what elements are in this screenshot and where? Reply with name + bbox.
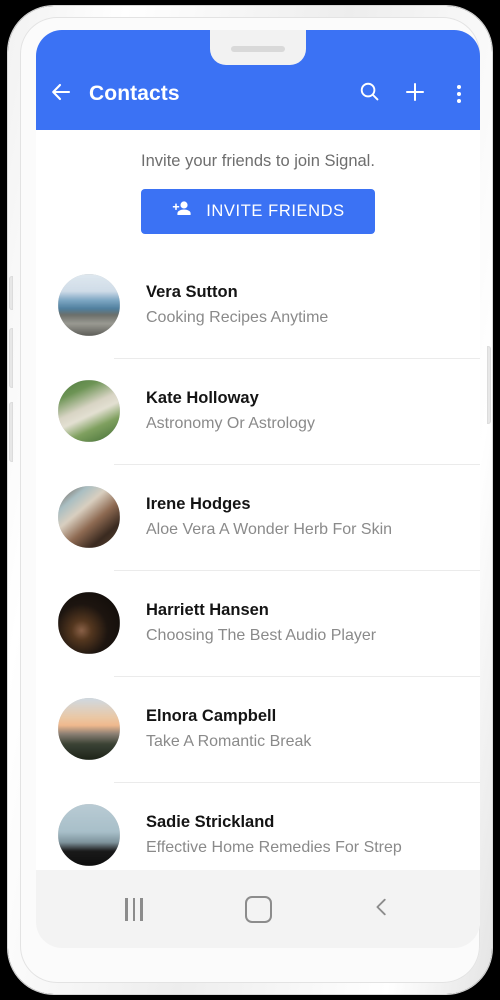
search-icon bbox=[358, 80, 381, 108]
avatar bbox=[58, 804, 120, 866]
contact-row[interactable]: Elnora Campbell Take A Romantic Break bbox=[36, 676, 480, 782]
contact-name: Vera Sutton bbox=[146, 283, 238, 301]
invite-message: Invite your friends to join Signal. bbox=[141, 152, 375, 170]
home-button[interactable] bbox=[226, 885, 290, 933]
contact-subtitle: Aloe Vera A Wonder Herb For Skin bbox=[146, 521, 393, 538]
page-title: Contacts bbox=[89, 82, 180, 105]
invite-friends-button[interactable]: INVITE FRIENDS bbox=[141, 189, 375, 234]
app-bar: Contacts bbox=[36, 30, 480, 130]
invite-friends-label: INVITE FRIENDS bbox=[206, 202, 345, 220]
overflow-menu-button[interactable] bbox=[438, 85, 480, 103]
contact-list: Vera Sutton Cooking Recipes Anytime Kate… bbox=[36, 252, 480, 888]
avatar-image-dark-portrait bbox=[58, 592, 120, 654]
avatar-image-indoor bbox=[58, 486, 120, 548]
notch bbox=[210, 30, 306, 65]
volume-up-button[interactable] bbox=[9, 276, 13, 310]
contact-subtitle: Effective Home Remedies For Strep bbox=[146, 839, 402, 856]
avatar bbox=[58, 698, 120, 760]
contact-name: Irene Hodges bbox=[146, 495, 251, 513]
contact-row[interactable]: Kate Holloway Astronomy Or Astrology bbox=[36, 358, 480, 464]
search-button[interactable] bbox=[346, 80, 392, 108]
contact-name: Sadie Strickland bbox=[146, 813, 275, 831]
nav-back-button[interactable] bbox=[350, 885, 414, 933]
avatar-image-silhouettes bbox=[58, 804, 120, 866]
contact-name: Kate Holloway bbox=[146, 389, 259, 407]
avatar-image-seascape bbox=[58, 274, 120, 336]
contact-subtitle: Choosing The Best Audio Player bbox=[146, 627, 377, 644]
home-icon bbox=[244, 895, 272, 923]
avatar bbox=[58, 274, 120, 336]
avatar bbox=[58, 592, 120, 654]
arrow-left-icon bbox=[49, 80, 73, 109]
volume-down-button[interactable] bbox=[9, 328, 13, 388]
add-contact-icon bbox=[403, 80, 427, 109]
recents-button[interactable] bbox=[102, 885, 166, 933]
contact-subtitle: Take A Romantic Break bbox=[146, 733, 312, 750]
person-add-icon bbox=[171, 198, 193, 225]
back-button[interactable] bbox=[36, 80, 86, 109]
add-contact-button[interactable] bbox=[392, 80, 438, 109]
contact-row[interactable]: Vera Sutton Cooking Recipes Anytime bbox=[36, 252, 480, 358]
contact-name: Harriett Hansen bbox=[146, 601, 269, 619]
bixby-button[interactable] bbox=[9, 402, 13, 462]
phone-frame: Contacts Invite your friends to join Sig… bbox=[8, 6, 492, 994]
contact-row[interactable]: Irene Hodges Aloe Vera A Wonder Herb For… bbox=[36, 464, 480, 570]
avatar-image-sunset bbox=[58, 698, 120, 760]
recents-icon bbox=[125, 897, 143, 921]
overflow-menu-icon bbox=[457, 85, 461, 103]
earpiece-speaker bbox=[231, 46, 285, 52]
contact-row[interactable]: Harriett Hansen Choosing The Best Audio … bbox=[36, 570, 480, 676]
contact-subtitle: Cooking Recipes Anytime bbox=[146, 309, 329, 326]
back-chevron-icon bbox=[371, 896, 393, 923]
avatar bbox=[58, 380, 120, 442]
phone-screen: Contacts Invite your friends to join Sig… bbox=[36, 30, 480, 948]
scrollbar[interactable] bbox=[477, 170, 479, 470]
invite-section: Invite your friends to join Signal. INVI… bbox=[36, 130, 480, 252]
power-button[interactable] bbox=[487, 346, 491, 424]
android-nav-bar bbox=[36, 870, 480, 948]
avatar bbox=[58, 486, 120, 548]
avatar-image-garden bbox=[58, 380, 120, 442]
contact-name: Elnora Campbell bbox=[146, 707, 277, 725]
contact-subtitle: Astronomy Or Astrology bbox=[146, 415, 315, 432]
